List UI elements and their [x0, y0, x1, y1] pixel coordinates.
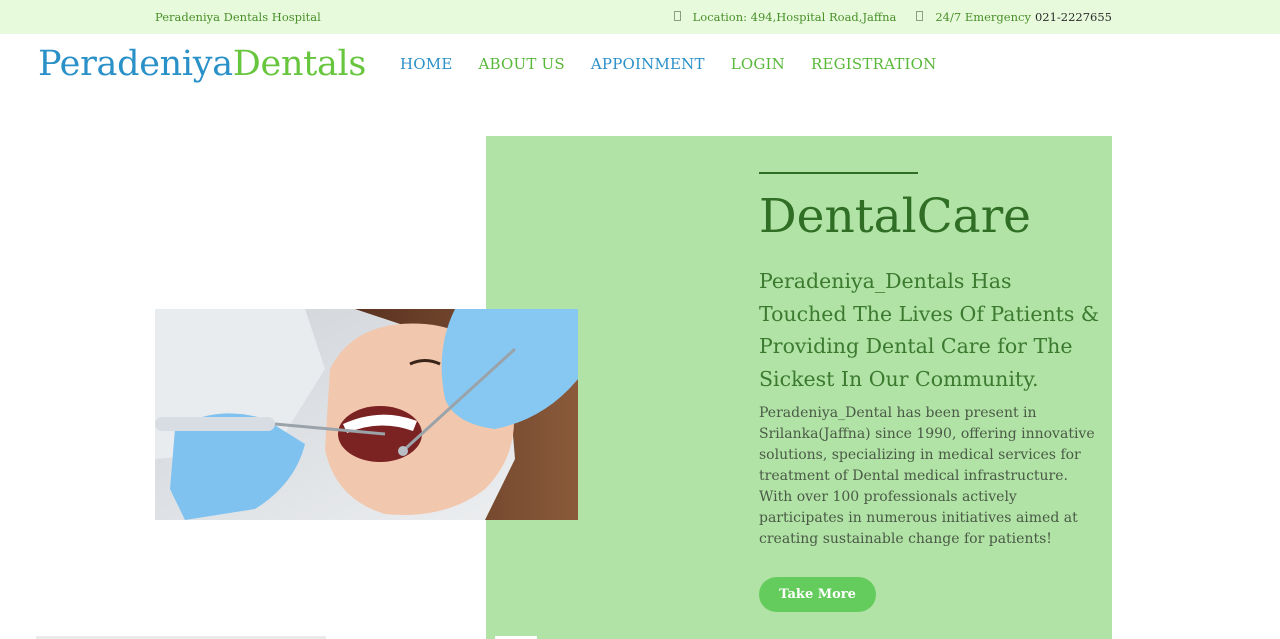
nav-home[interactable]: HOME: [400, 55, 453, 73]
hospital-name: Peradeniya Dentals Hospital: [155, 10, 321, 24]
hero-subtitle: Peradeniya_Dentals Has Touched The Lives…: [759, 269, 1100, 391]
nav-appointment[interactable]: APPOINMENT: [591, 55, 705, 73]
nav-registration[interactable]: REGISTRATION: [811, 55, 937, 73]
logo-text-part1: Peradeniya: [38, 44, 233, 84]
hero-dental-photo: [155, 309, 578, 520]
nav-login[interactable]: LOGIN: [731, 55, 785, 73]
hero-body-text: Peradeniya_Dental has been present in Sr…: [759, 405, 1095, 547]
nav-about-us[interactable]: ABOUT US: [479, 55, 565, 73]
location-value: 494,Hospital Road,Jaffna: [750, 10, 897, 24]
phone-icon: [916, 11, 924, 21]
site-logo[interactable]: PeradeniyaDentals: [38, 42, 366, 86]
title-rule: [759, 172, 918, 174]
emergency-phone[interactable]: 021-2227655: [1035, 10, 1112, 24]
hero-title: DentalCare: [759, 189, 1031, 244]
main-nav: HOME ABOUT US APPOINMENT LOGIN REGISTRAT…: [400, 55, 936, 73]
contact-info: Location: 494,Hospital Road,Jaffna 24/7 …: [673, 10, 1112, 24]
top-info-bar: Peradeniya Dentals Hospital Location: 49…: [0, 0, 1280, 34]
take-more-button[interactable]: Take More: [759, 577, 876, 612]
logo-text-part2: Dentals: [232, 44, 367, 84]
location-label: Location:: [692, 10, 748, 24]
emergency-label: 24/7 Emergency: [935, 10, 1031, 24]
location-icon: [673, 11, 681, 21]
